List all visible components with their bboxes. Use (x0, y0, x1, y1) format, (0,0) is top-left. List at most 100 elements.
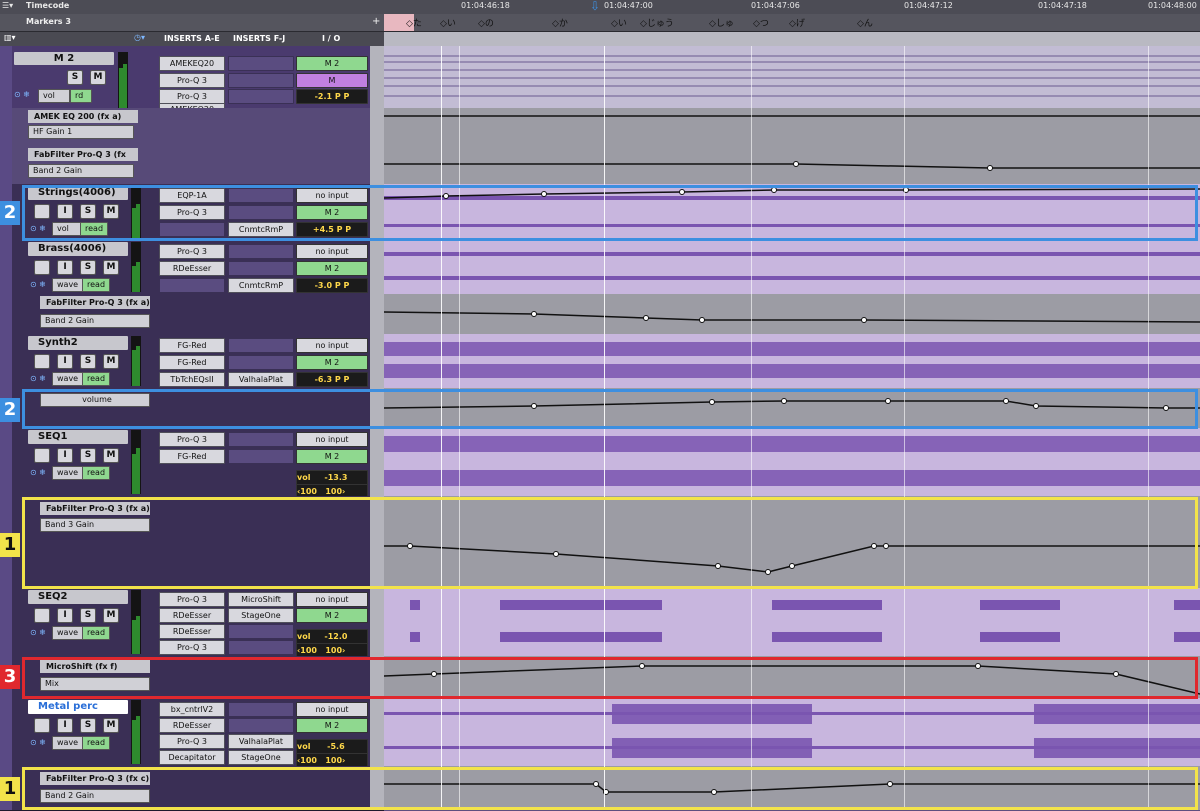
insert-slot-empty[interactable] (228, 188, 294, 203)
volume-readout[interactable]: vol -5.6 (296, 739, 368, 754)
track-name[interactable]: Brass(4006) (28, 242, 128, 256)
volume-pan-readout[interactable]: +4.5 P P (296, 222, 368, 237)
lane-m2-fabfilter-automation[interactable] (384, 146, 1200, 185)
mute-button[interactable]: M (103, 204, 119, 219)
output-select[interactable]: M 2 (296, 261, 368, 276)
insert-slot-empty[interactable] (159, 278, 225, 293)
lane-brass[interactable] (384, 240, 1200, 295)
lane-m2[interactable] (384, 46, 1200, 109)
solo-button[interactable]: S (80, 260, 96, 275)
insert-slot-empty[interactable] (228, 338, 294, 353)
insert-slot-empty[interactable] (228, 640, 294, 655)
track-icon[interactable]: ⊙ ❄ (30, 280, 46, 289)
subtrack-fabfilter[interactable]: FabFilter Pro-Q 3 (fx b) Band 2 Gain (0, 146, 384, 185)
solo-button[interactable]: S (80, 608, 96, 623)
insert-slot[interactable]: RDeEsser (159, 608, 225, 623)
volume-readout[interactable]: vol -12.0 (296, 629, 368, 644)
insert-slot-empty[interactable] (159, 222, 225, 237)
lane-metal-fabfilter-automation[interactable] (384, 766, 1200, 811)
track-icon[interactable]: ⊙ ❄ (14, 90, 30, 99)
marker[interactable]: ◇つ (753, 16, 769, 29)
output-select[interactable]: M 2 (296, 56, 368, 71)
automation-mode-select[interactable]: read (82, 466, 110, 480)
insert-slot[interactable]: Pro-Q 3 (159, 205, 225, 220)
output-select[interactable]: M 2 (296, 205, 368, 220)
lane-strings[interactable] (384, 184, 1200, 241)
insert-slot-empty[interactable] (228, 244, 294, 259)
lane-synth2-volume-automation[interactable] (384, 388, 1200, 429)
insert-slot-empty[interactable] (228, 718, 294, 733)
automation-mode-select[interactable]: rd (70, 89, 92, 103)
lane-seq2[interactable] (384, 588, 1200, 657)
input-button[interactable]: I (57, 718, 73, 733)
parameter-select[interactable]: Band 3 Gain (40, 518, 150, 532)
output-select[interactable]: M 2 (296, 449, 368, 464)
subtrack-amek[interactable]: AMEK EQ 200 (fx a) HF Gain 1 (0, 108, 384, 147)
marker[interactable]: ◇じゅう (640, 16, 674, 29)
ruler-menu-icon[interactable]: ☰▾ (2, 1, 13, 10)
input-button[interactable]: I (57, 608, 73, 623)
insert-slot[interactable]: Pro-Q 3 (159, 592, 225, 607)
automation-mode-select[interactable]: read (82, 736, 110, 750)
automation-mode-select[interactable]: read (80, 222, 108, 236)
volume-pan-readout[interactable]: -2.1 P P (296, 89, 368, 104)
add-marker-icon[interactable]: + (372, 16, 380, 27)
output-select[interactable]: M (296, 73, 368, 88)
output-select[interactable]: M 2 (296, 355, 368, 370)
mute-button[interactable]: M (103, 608, 119, 623)
lane-seq2-microshift-automation[interactable] (384, 656, 1200, 699)
volume-pan-readout[interactable]: -6.3 P P (296, 372, 368, 387)
mute-button[interactable]: M (103, 354, 119, 369)
track-name[interactable]: Strings(4006) (28, 186, 128, 200)
insert-slot[interactable]: CnmtcRmP (228, 278, 294, 293)
insert-slot[interactable]: RDeEsser (159, 718, 225, 733)
output-select[interactable]: M 2 (296, 718, 368, 733)
view-select[interactable]: vol (52, 222, 82, 236)
insert-slot[interactable]: Pro-Q 3 (159, 734, 225, 749)
clock-icon[interactable]: ◷▾ (134, 33, 145, 42)
lane-seq1-fabfilter-automation[interactable] (384, 496, 1200, 589)
lane-brass-fabfilter-automation[interactable] (384, 294, 1200, 335)
subtrack-seq1-fabfilter[interactable]: FabFilter Pro-Q 3 (fx a) Band 3 Gain (0, 496, 384, 589)
record-button[interactable] (34, 718, 50, 733)
marker[interactable]: ◇の (478, 16, 494, 29)
pan-readout[interactable]: ‹100 100› (296, 753, 368, 766)
insert-slot[interactable]: Pro-Q 3 (159, 89, 225, 104)
insert-slot[interactable]: EQP-1A (159, 188, 225, 203)
insert-slot-empty[interactable] (228, 261, 294, 276)
insert-slot[interactable]: ValhalaPlat (228, 734, 294, 749)
insert-slot[interactable]: Pro-Q 3 (159, 244, 225, 259)
insert-slot[interactable]: AMEKEQ20 (159, 56, 225, 71)
input-select[interactable]: no input (296, 244, 368, 259)
subtrack-synth-volume[interactable]: volume (0, 388, 384, 429)
insert-slot-empty[interactable] (228, 56, 294, 71)
record-button[interactable] (34, 354, 50, 369)
track-icon[interactable]: ⊙ ❄ (30, 738, 46, 747)
marker[interactable]: ◇ん (857, 16, 873, 29)
automation-line[interactable] (384, 496, 1200, 588)
mute-button[interactable]: M (103, 260, 119, 275)
marker[interactable]: ◇げ (789, 16, 805, 29)
automation-line[interactable] (384, 294, 1200, 334)
mute-button[interactable]: M (90, 70, 106, 85)
mute-button[interactable]: M (103, 718, 119, 733)
track-name[interactable]: SEQ1 (28, 430, 128, 444)
view-select[interactable]: wave (52, 626, 84, 640)
automation-mode-select[interactable]: read (82, 372, 110, 386)
track-icon[interactable]: ⊙ ❄ (30, 468, 46, 477)
insert-slot-empty[interactable] (228, 449, 294, 464)
insert-slot[interactable]: RDeEsser (159, 261, 225, 276)
record-button[interactable] (34, 204, 50, 219)
record-button[interactable] (34, 448, 50, 463)
insert-slot[interactable]: TbTchEQsII (159, 372, 225, 387)
insert-slot[interactable]: FG-Red (159, 338, 225, 353)
input-select[interactable]: no input (296, 432, 368, 447)
track-icon[interactable]: ⊙ ❄ (30, 224, 46, 233)
input-button[interactable]: I (57, 448, 73, 463)
input-button[interactable]: I (57, 260, 73, 275)
automation-mode-select[interactable]: read (82, 626, 110, 640)
insert-slot-empty[interactable] (228, 624, 294, 639)
automation-mode-select[interactable]: read (82, 278, 110, 292)
track-synth2[interactable]: Synth2 I S M ⊙ ❄ wave read FG-Red FG-Red… (0, 334, 384, 389)
output-select[interactable]: M 2 (296, 608, 368, 623)
